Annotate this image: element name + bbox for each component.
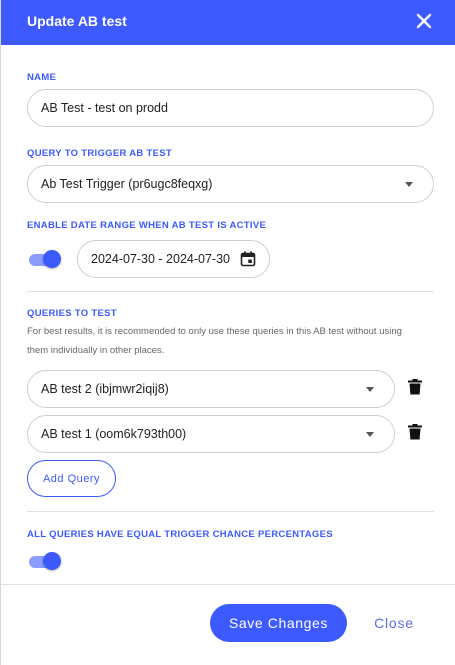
date-range-toggle[interactable]: [29, 250, 61, 270]
name-input-value: AB Test - test on prodd: [41, 101, 168, 115]
chevron-down-icon: [366, 387, 374, 392]
footer-divider: [1, 584, 455, 585]
dialog-title: Update AB test: [27, 13, 127, 29]
trash-icon[interactable]: [408, 424, 422, 440]
query-select[interactable]: AB test 1 (oom6k793th00): [27, 415, 395, 453]
query-select[interactable]: AB test 2 (ibjmwr2iqij8): [27, 370, 395, 408]
chevron-down-icon: [405, 182, 413, 187]
toggle-knob: [43, 552, 61, 570]
trigger-query-value: Ab Test Trigger (pr6ugc8feqxg): [41, 177, 213, 191]
equal-chance-label: ALL QUERIES HAVE EQUAL TRIGGER CHANCE PE…: [27, 529, 333, 540]
date-range-label: ENABLE DATE RANGE WHEN AB TEST IS ACTIVE: [27, 220, 267, 231]
query-select-value: AB test 2 (ibjmwr2iqij8): [41, 382, 169, 396]
trigger-query-label: QUERY TO TRIGGER AB TEST: [27, 148, 172, 159]
dialog-header: Update AB test: [1, 0, 455, 45]
close-button[interactable]: Close: [367, 604, 421, 642]
name-input[interactable]: AB Test - test on prodd: [27, 89, 434, 127]
section-divider: [27, 291, 434, 292]
save-changes-button[interactable]: Save Changes: [210, 604, 347, 642]
calendar-icon[interactable]: [240, 251, 256, 267]
add-query-button[interactable]: Add Query: [27, 460, 116, 497]
queries-label: QUERIES TO TEST: [27, 308, 117, 319]
section-divider: [27, 511, 434, 512]
equal-chance-toggle[interactable]: [29, 552, 61, 572]
update-ab-test-dialog: Update AB test NAME AB Test - test on pr…: [0, 0, 455, 665]
chevron-down-icon: [366, 432, 374, 437]
query-select-value: AB test 1 (oom6k793th00): [41, 427, 187, 441]
date-range-value: 2024-07-30 - 2024-07-30: [91, 252, 230, 266]
date-range-input[interactable]: 2024-07-30 - 2024-07-30: [77, 240, 270, 278]
close-icon[interactable]: [414, 11, 434, 31]
toggle-knob: [43, 250, 61, 268]
name-label: NAME: [27, 72, 57, 83]
trash-icon[interactable]: [408, 379, 422, 395]
trigger-query-select[interactable]: Ab Test Trigger (pr6ugc8feqxg): [27, 165, 434, 203]
queries-helper-text: For best results, it is recommended to o…: [27, 326, 402, 356]
